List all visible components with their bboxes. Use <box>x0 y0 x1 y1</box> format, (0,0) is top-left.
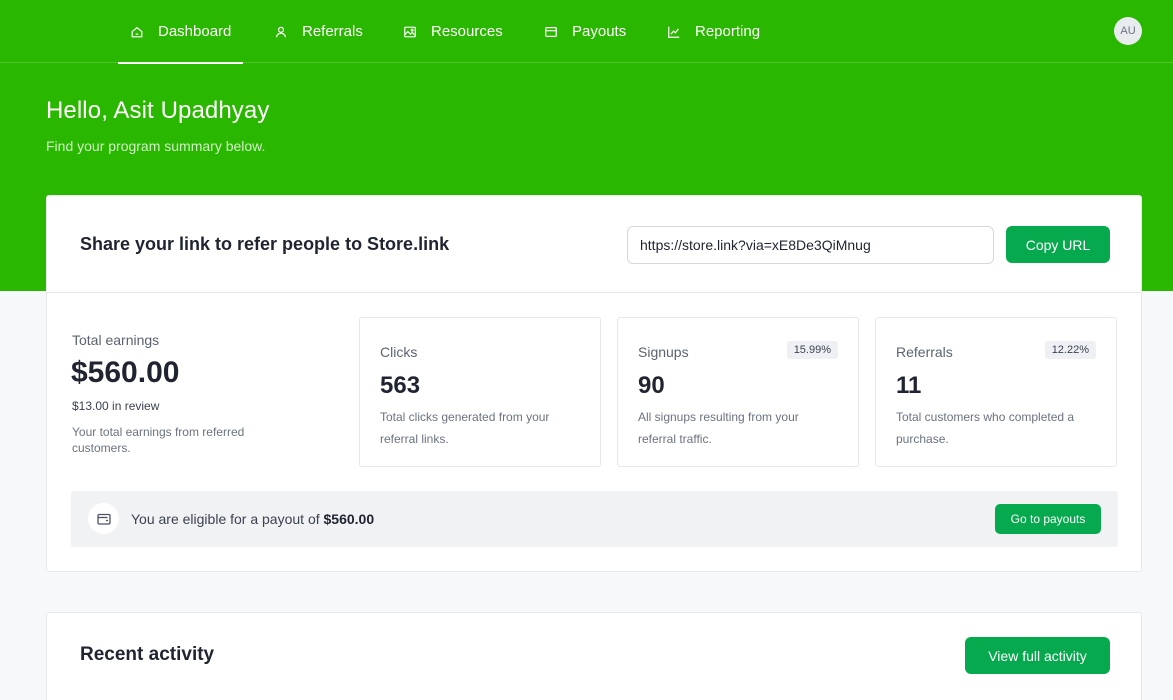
copy-url-button[interactable]: Copy URL <box>1006 226 1110 263</box>
summary-card: Share your link to refer people to Store… <box>46 195 1142 572</box>
share-title: Share your link to refer people to Store… <box>80 234 450 254</box>
go-to-payouts-button[interactable]: Go to payouts <box>995 504 1101 534</box>
referral-url-input[interactable] <box>627 226 994 264</box>
earnings-review: $13.00 in review <box>72 399 160 413</box>
stat-card-signups: Signups 15.99% 90 All signups resulting … <box>617 317 859 467</box>
stat-card-clicks: Clicks 563 Total clicks generated from y… <box>359 317 601 467</box>
stat-label: Referrals <box>896 344 953 360</box>
earnings-label: Total earnings <box>72 332 160 348</box>
stat-label: Clicks <box>380 344 418 360</box>
stat-label: Signups <box>638 344 689 360</box>
conversion-badge: 12.22% <box>1044 341 1096 359</box>
nav-item-label: Resources <box>431 23 503 40</box>
page-title: Hello, Asit Upadhyay <box>46 97 270 124</box>
wallet-icon <box>544 25 558 39</box>
earnings-description: Your total earnings from referred custom… <box>72 425 245 455</box>
payout-amount: $560.00 <box>323 511 375 527</box>
nav-item-label: Reporting <box>695 23 761 40</box>
divider <box>47 292 1141 293</box>
stat-description: Total customers who completed a purchase… <box>896 410 1075 446</box>
home-icon <box>130 25 144 39</box>
user-icon <box>274 25 288 39</box>
payout-banner: You are eligible for a payout of $560.00… <box>71 491 1118 547</box>
nav-item-label: Dashboard <box>158 23 232 40</box>
nav-item-resources[interactable]: Resources <box>403 0 503 63</box>
stat-card-referrals: Referrals 12.22% 11 Total customers who … <box>875 317 1117 467</box>
nav-item-reporting[interactable]: Reporting <box>667 0 760 63</box>
stat-description: All signups resulting from your referral… <box>638 410 799 446</box>
conversion-badge: 15.99% <box>786 341 838 359</box>
stat-value: 90 <box>638 372 665 399</box>
earnings-value: $560.00 <box>71 356 180 389</box>
recent-activity-card: Recent activity View full activity <box>46 612 1142 700</box>
image-icon <box>403 25 417 39</box>
wallet-icon <box>88 503 119 534</box>
view-full-activity-button[interactable]: View full activity <box>965 637 1110 674</box>
nav-item-payouts[interactable]: Payouts <box>544 0 626 63</box>
top-navigation: Dashboard Referrals Resources Payouts Re… <box>0 0 1173 64</box>
nav-item-label: Referrals <box>302 23 363 40</box>
payout-text: You are eligible for a payout of <box>131 511 320 527</box>
chart-line-icon <box>667 25 681 39</box>
recent-activity-title: Recent activity <box>80 644 215 665</box>
stat-value: 563 <box>380 372 421 399</box>
payout-message: You are eligible for a payout of $560.00 <box>131 511 374 527</box>
page-subtitle: Find your program summary below. <box>46 138 266 154</box>
nav-item-referrals[interactable]: Referrals <box>274 0 363 63</box>
stat-description: Total clicks generated from your referra… <box>380 410 550 446</box>
avatar[interactable]: AU <box>1114 17 1142 45</box>
nav-item-label: Payouts <box>572 23 627 40</box>
stat-value: 11 <box>896 372 922 399</box>
nav-item-dashboard[interactable]: Dashboard <box>117 0 244 64</box>
